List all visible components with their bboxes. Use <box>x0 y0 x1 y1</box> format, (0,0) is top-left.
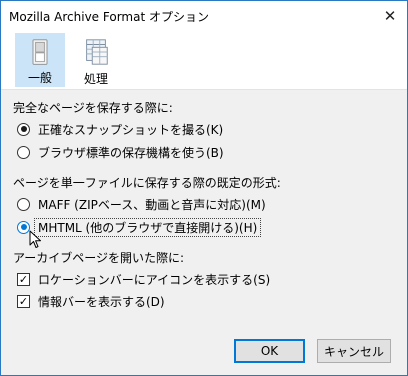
general-switch-icon <box>32 39 48 65</box>
checkbox-location-icon-label: ロケーションバーにアイコンを表示する(S) <box>38 272 271 287</box>
radio-maff[interactable]: MAFF (ZIPベース、動画と音声に対応)(M) <box>17 195 266 213</box>
cancel-button[interactable]: キャンセル <box>317 339 391 363</box>
checkbox-location-icon-box[interactable]: ✓ <box>17 272 30 286</box>
tab-general-label: 一般 <box>27 71 52 85</box>
ok-button[interactable]: OK <box>234 339 305 363</box>
tab-processing[interactable]: 処理 <box>71 33 121 87</box>
window-title: Mozilla Archive Format オプション <box>9 10 209 24</box>
toolbar: 一般 処理 <box>1 31 407 89</box>
checkbox-info-bar-box[interactable]: ✓ <box>17 294 30 308</box>
checkbox-info-bar[interactable]: ✓ 情報バーを表示する(D) <box>17 292 165 310</box>
close-button[interactable]: ✕ <box>373 1 407 31</box>
title-bar: Mozilla Archive Format オプション ✕ <box>1 1 407 31</box>
processing-grid-icon <box>86 39 108 65</box>
radio-mhtml-label: MHTML (他のブラウザで直接開ける)(H) <box>34 217 262 237</box>
checkbox-info-bar-label: 情報バーを表示する(D) <box>38 294 165 309</box>
radio-maff-label: MAFF (ZIPベース、動画と音声に対応)(M) <box>38 197 266 212</box>
general-panel: 完全なページを保存する際に: 正確なスナップショットを撮る(K) ブラウザ標準の… <box>1 90 407 375</box>
radio-browser-save[interactable]: ブラウザ標準の保存機構を使う(B) <box>17 143 224 161</box>
radio-exact-snapshot[interactable]: 正確なスナップショットを撮る(K) <box>17 120 223 138</box>
radio-exact-snapshot-label: 正確なスナップショットを撮る(K) <box>38 122 224 137</box>
radio-exact-snapshot-button[interactable] <box>17 122 30 136</box>
radio-browser-save-button[interactable] <box>17 145 30 159</box>
checkbox-location-icon[interactable]: ✓ ロケーションバーにアイコンを表示する(S) <box>17 270 270 288</box>
radio-mhtml[interactable]: MHTML (他のブラウザで直接開ける)(H) <box>17 217 262 237</box>
format-section-heading: ページを単一ファイルに保存する際の既定の形式: <box>13 176 281 190</box>
mouse-pointer-icon <box>29 230 41 248</box>
archive-section-heading: アーカイブページを開いた際に: <box>13 251 185 265</box>
options-dialog: Mozilla Archive Format オプション ✕ 一般 処理 完全な… <box>0 0 408 376</box>
tab-processing-label: 処理 <box>83 72 108 86</box>
tab-general[interactable]: 一般 <box>15 33 65 87</box>
close-icon: ✕ <box>383 7 397 25</box>
save-section-heading: 完全なページを保存する際に: <box>13 101 173 115</box>
radio-maff-button[interactable] <box>17 197 30 211</box>
radio-browser-save-label: ブラウザ標準の保存機構を使う(B) <box>38 145 224 160</box>
